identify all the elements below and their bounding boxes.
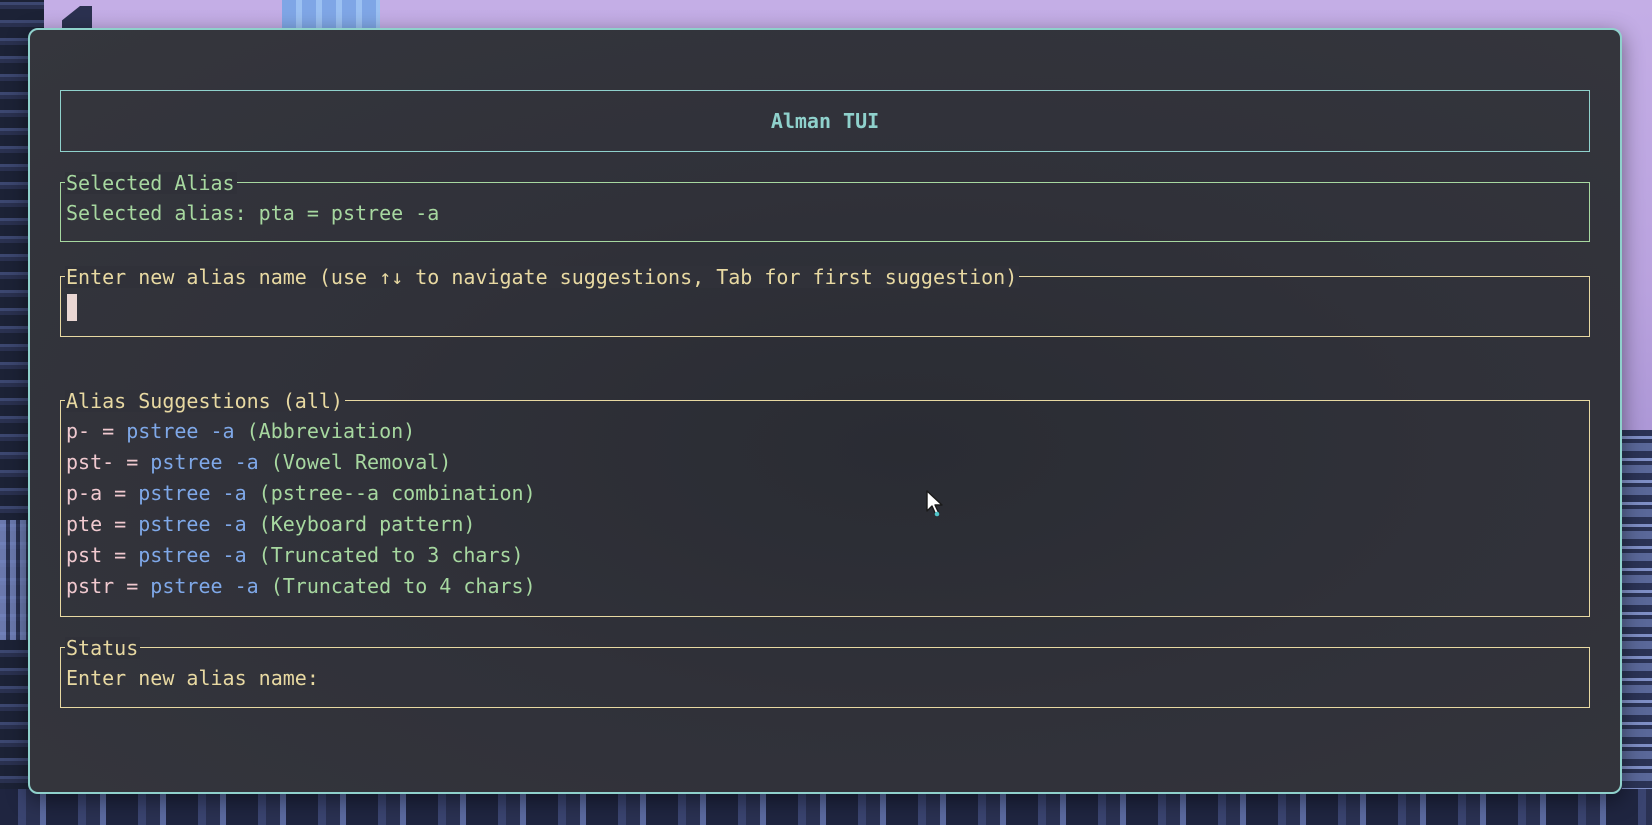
wallpaper-sign xyxy=(282,0,380,30)
suggestion-item[interactable]: pst = pstree -a (Truncated to 3 chars) xyxy=(66,542,524,568)
suggestion-reason: (Vowel Removal) xyxy=(270,450,452,474)
suggestion-alias: p-a xyxy=(66,481,103,505)
suggestion-item[interactable]: p-a = pstree -a (pstree--a combination) xyxy=(66,480,536,506)
suggestion-reason: (Truncated to 3 chars) xyxy=(258,543,524,567)
alias-name-input-panel[interactable]: Enter new alias name (use ↑↓ to navigate… xyxy=(60,266,1590,337)
suggestion-separator: = xyxy=(102,512,139,536)
selected-alias-panel: Selected Alias Selected alias: pta = pst… xyxy=(60,172,1590,242)
suggestion-alias: pst xyxy=(66,543,103,567)
app-title: Alman TUI xyxy=(770,109,880,133)
status-panel: Status Enter new alias name: xyxy=(60,637,1590,708)
title-panel: Alman TUI xyxy=(60,90,1590,152)
suggestion-command: pstree -a xyxy=(150,450,259,474)
suggestion-alias: pstr xyxy=(66,574,115,598)
alias-name-input-legend: Enter new alias name (use ↑↓ to navigate… xyxy=(65,265,1020,289)
suggestion-command: pstree -a xyxy=(126,419,235,443)
suggestion-alias: pst- xyxy=(66,450,115,474)
status-text: Enter new alias name: xyxy=(66,666,319,690)
suggestion-separator: = xyxy=(102,543,139,567)
text-cursor xyxy=(67,294,77,321)
suggestion-alias: pte xyxy=(66,512,103,536)
suggestion-command: pstree -a xyxy=(150,574,259,598)
suggestion-reason: (Keyboard pattern) xyxy=(258,512,476,536)
suggestion-command: pstree -a xyxy=(138,543,247,567)
suggestion-alias: p- xyxy=(66,419,91,443)
status-legend: Status xyxy=(65,636,141,660)
wallpaper-skyline-bottom xyxy=(0,789,1652,825)
suggestion-command: pstree -a xyxy=(138,512,247,536)
alias-suggestions-legend: Alias Suggestions (all) xyxy=(65,389,345,413)
suggestion-item[interactable]: pte = pstree -a (Keyboard pattern) xyxy=(66,511,475,537)
suggestion-command: pstree -a xyxy=(138,481,247,505)
suggestion-item[interactable]: pstr = pstree -a (Truncated to 4 chars) xyxy=(66,573,536,599)
suggestion-separator: = xyxy=(114,450,151,474)
suggestion-separator: = xyxy=(114,574,151,598)
suggestion-reason: (Truncated to 4 chars) xyxy=(270,574,536,598)
suggestion-separator: = xyxy=(102,481,139,505)
mouse-cursor-icon xyxy=(926,490,943,517)
suggestion-item[interactable]: p- = pstree -a (Abbreviation) xyxy=(66,418,415,444)
wallpaper-building-right xyxy=(1622,430,1652,825)
selected-alias-text: Selected alias: pta = pstree -a xyxy=(66,201,440,225)
selected-alias-legend: Selected Alias xyxy=(65,171,237,195)
suggestion-separator: = xyxy=(90,419,127,443)
wallpaper-roof xyxy=(62,6,92,30)
suggestion-reason: (Abbreviation) xyxy=(246,419,416,443)
terminal-window[interactable]: Alman TUI Selected Alias Selected alias:… xyxy=(28,28,1622,794)
suggestion-item[interactable]: pst- = pstree -a (Vowel Removal) xyxy=(66,449,451,475)
suggestion-reason: (pstree--a combination) xyxy=(258,481,536,505)
alias-suggestions-panel: Alias Suggestions (all) p- = pstree -a (… xyxy=(60,390,1590,617)
